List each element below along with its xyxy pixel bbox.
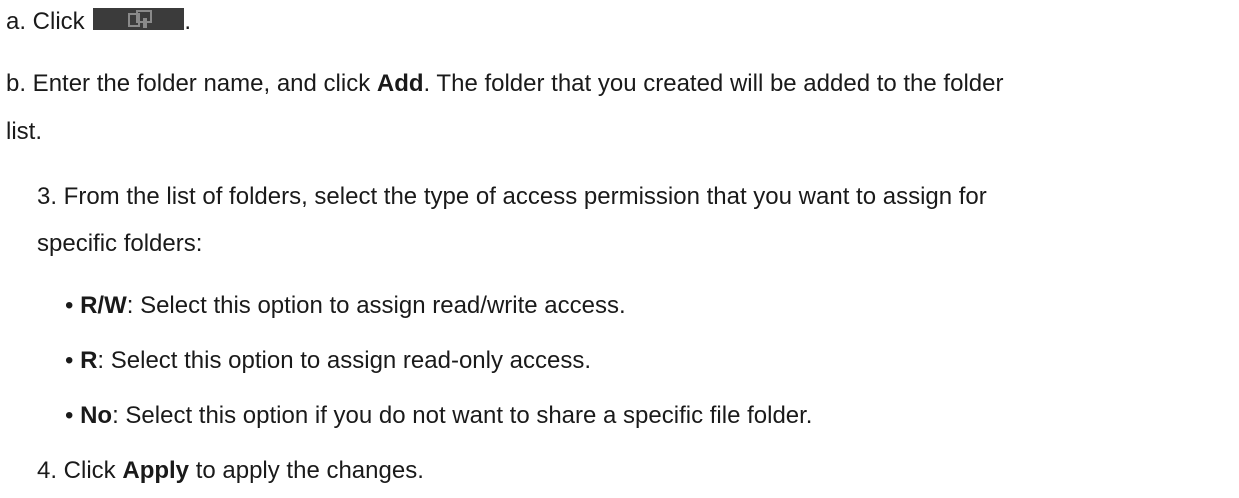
step-b-line1: b. Enter the folder name, and click Add.… [6,70,1003,98]
option-rw: • R/W: Select this option to assign read… [65,292,626,319]
step-3-line2: specific folders: [37,230,203,257]
step-a: a. Click . [6,8,191,36]
add-folder-icon [93,8,185,30]
step-b-line2: list. [6,118,42,145]
option-r: • R: Select this option to assign read-o… [65,347,592,374]
step-4: 4. Click Apply to apply the changes. [37,457,424,484]
step-a-suffix: . [184,8,192,35]
step-3-line1: 3. From the list of folders, select the … [37,183,987,210]
option-r-label: R [80,347,98,374]
apply-label: Apply [122,457,190,484]
option-rw-label: R/W [80,292,127,319]
step-a-prefix: a. Click [6,8,85,35]
option-no-label: No [80,402,113,429]
step-b-prefix: b. Enter the folder name, and click [6,70,377,97]
step-b-suffix: . The folder that you created will be ad… [423,70,1004,97]
add-label: Add [376,70,424,97]
option-no: • No: Select this option if you do not w… [65,402,813,429]
